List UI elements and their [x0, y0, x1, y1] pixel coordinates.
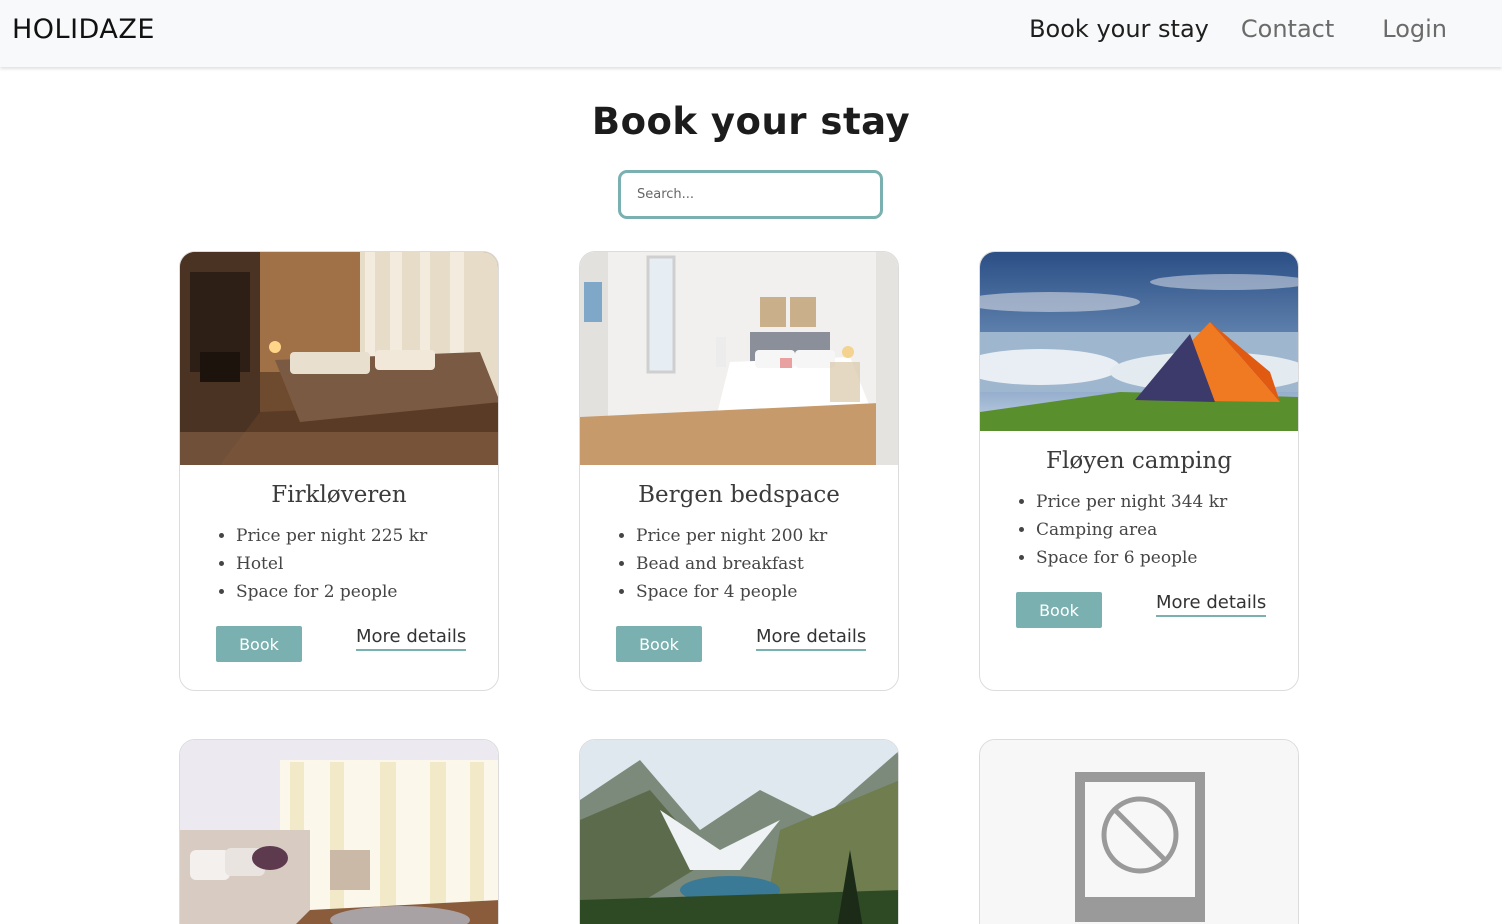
- nav-link-contact[interactable]: Contact: [1241, 15, 1334, 43]
- logo[interactable]: HOLIDAZE: [12, 14, 155, 45]
- card-title: Firkløveren: [271, 482, 407, 508]
- more-details-link[interactable]: More details: [356, 626, 467, 651]
- book-button[interactable]: Book: [616, 626, 702, 662]
- card-features: Price per night 344 kr Camping area Spac…: [1036, 488, 1298, 572]
- nav-link-book-your-stay[interactable]: Book your stay: [1029, 15, 1209, 43]
- search-wrap: [618, 170, 883, 219]
- book-button[interactable]: Book: [1016, 592, 1102, 628]
- search-input[interactable]: [618, 170, 883, 219]
- accommodation-card-firkloveren: Firkløveren Price per night 225 kr Hotel…: [179, 251, 499, 691]
- card-features: Price per night 200 kr Bead and breakfas…: [636, 522, 898, 606]
- card-actions: Book More details: [580, 626, 898, 670]
- card-feature-price: Price per night 225 kr: [236, 522, 498, 550]
- more-details-link[interactable]: More details: [1156, 592, 1267, 617]
- page-title: Book your stay: [591, 100, 911, 143]
- more-details-link[interactable]: More details: [756, 626, 867, 651]
- hotel-room-image[interactable]: [180, 252, 498, 465]
- card-feature-type: Bead and breakfast: [636, 550, 898, 578]
- bedroom-image[interactable]: [580, 252, 898, 465]
- card-title: Fløyen camping: [1046, 448, 1232, 474]
- card-feature-type: Camping area: [1036, 516, 1298, 544]
- accommodation-card-no-image: [979, 739, 1299, 924]
- camping-tent-image[interactable]: [980, 252, 1298, 431]
- card-feature-type: Hotel: [236, 550, 498, 578]
- nav-link-login[interactable]: Login: [1382, 15, 1447, 43]
- card-feature-price: Price per night 344 kr: [1036, 488, 1298, 516]
- card-feature-capacity: Space for 6 people: [1036, 544, 1298, 572]
- card-feature-capacity: Space for 4 people: [636, 578, 898, 606]
- card-title: Bergen bedspace: [638, 482, 840, 508]
- card-feature-capacity: Space for 2 people: [236, 578, 498, 606]
- mountain-lake-image[interactable]: [580, 740, 898, 924]
- book-button[interactable]: Book: [216, 626, 302, 662]
- card-actions: Book More details: [180, 626, 498, 670]
- nav-links: Book your stay Contact Login: [997, 15, 1447, 43]
- accommodation-card-mountain-lake: [579, 739, 899, 924]
- card-feature-price: Price per night 200 kr: [636, 522, 898, 550]
- navbar: HOLIDAZE Book your stay Contact Login: [0, 0, 1502, 67]
- card-actions: Book More details: [980, 592, 1298, 636]
- card-features: Price per night 225 kr Hotel Space for 2…: [236, 522, 498, 606]
- accommodation-card-bright-bedroom: [179, 739, 499, 924]
- accommodation-card-bergen-bedspace: Bergen bedspace Price per night 200 kr B…: [579, 251, 899, 691]
- bright-bedroom-image[interactable]: [180, 740, 498, 924]
- accommodation-card-floyen-camping: Fløyen camping Price per night 344 kr Ca…: [979, 251, 1299, 691]
- image-placeholder[interactable]: [980, 740, 1298, 924]
